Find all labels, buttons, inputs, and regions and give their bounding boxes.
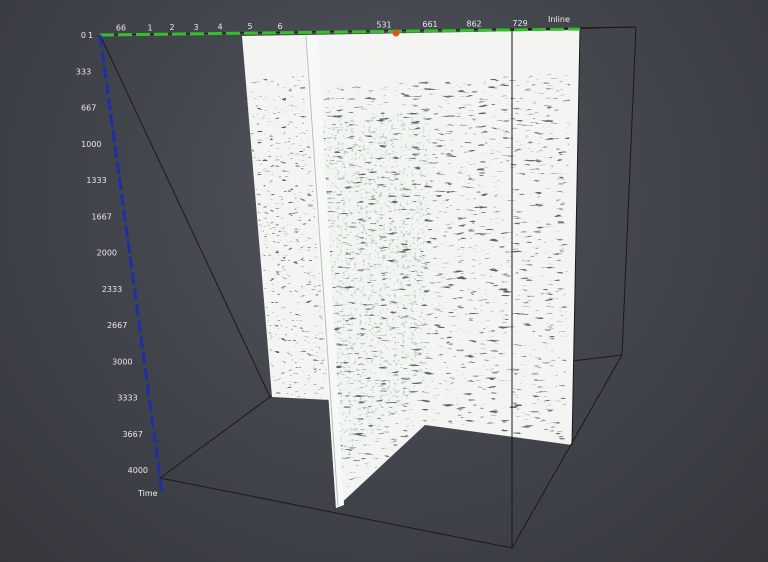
time-tick-label: 3000 [112,357,132,366]
inline-tick-label: 1 [147,23,152,32]
inline-tick-label: 661 [422,20,437,29]
seismic-slice-inline[interactable] [304,30,580,508]
slice-position-marker[interactable] [392,29,400,37]
seismic-scene[interactable]: 1 66 1 2 3 4 5 6 531 661 862 729 Inline 0333667100… [0,0,768,562]
inline-tick-label: 2 [169,23,174,32]
time-tick-label: 3333 [117,394,137,403]
time-axis-title: Time [137,489,158,498]
inline-tick-label: 66 [116,24,126,33]
time-tick-label: 3667 [122,430,142,439]
inline-origin-label: 1 [88,31,93,40]
time-axis[interactable]: 0 333 667 1000 1333 1667 2000 2333 2667 3000 3333 3… [76,31,164,498]
time-tick-label: 333 [76,67,91,76]
time-tick-label: 667 [81,104,96,113]
time-tick-label: 1000 [81,140,101,149]
inline-axis-title: Inline [548,15,570,24]
time-tick-label: 0 [81,31,86,40]
3d-viewport[interactable]: 1 66 1 2 3 4 5 6 531 661 862 729 Inline 0 333 667 100… [0,0,768,562]
time-tick-label: 1333 [86,176,106,185]
time-tick-label: 2000 [97,249,117,258]
time-tick-label: 1667 [91,212,111,221]
time-tick-label: 2333 [102,285,122,294]
inline-tick-label: 729 [512,19,527,28]
time-axis-line [98,34,164,493]
time-tick-label: 4000 [128,466,148,475]
inline-tick-label: 6 [277,22,282,31]
inline-tick-label: 531 [376,20,391,29]
inline-tick-label: 5 [247,22,252,31]
inline-tick-label: 862 [466,19,481,28]
time-tick-labels: 0 333 667 1000 1333 1667 2000 2333 2667 3000 3333 3… [76,31,148,475]
time-tick-label: 2667 [107,321,127,330]
inline-tick-label: 4 [217,23,222,32]
inline-tick-label: 3 [193,23,198,32]
